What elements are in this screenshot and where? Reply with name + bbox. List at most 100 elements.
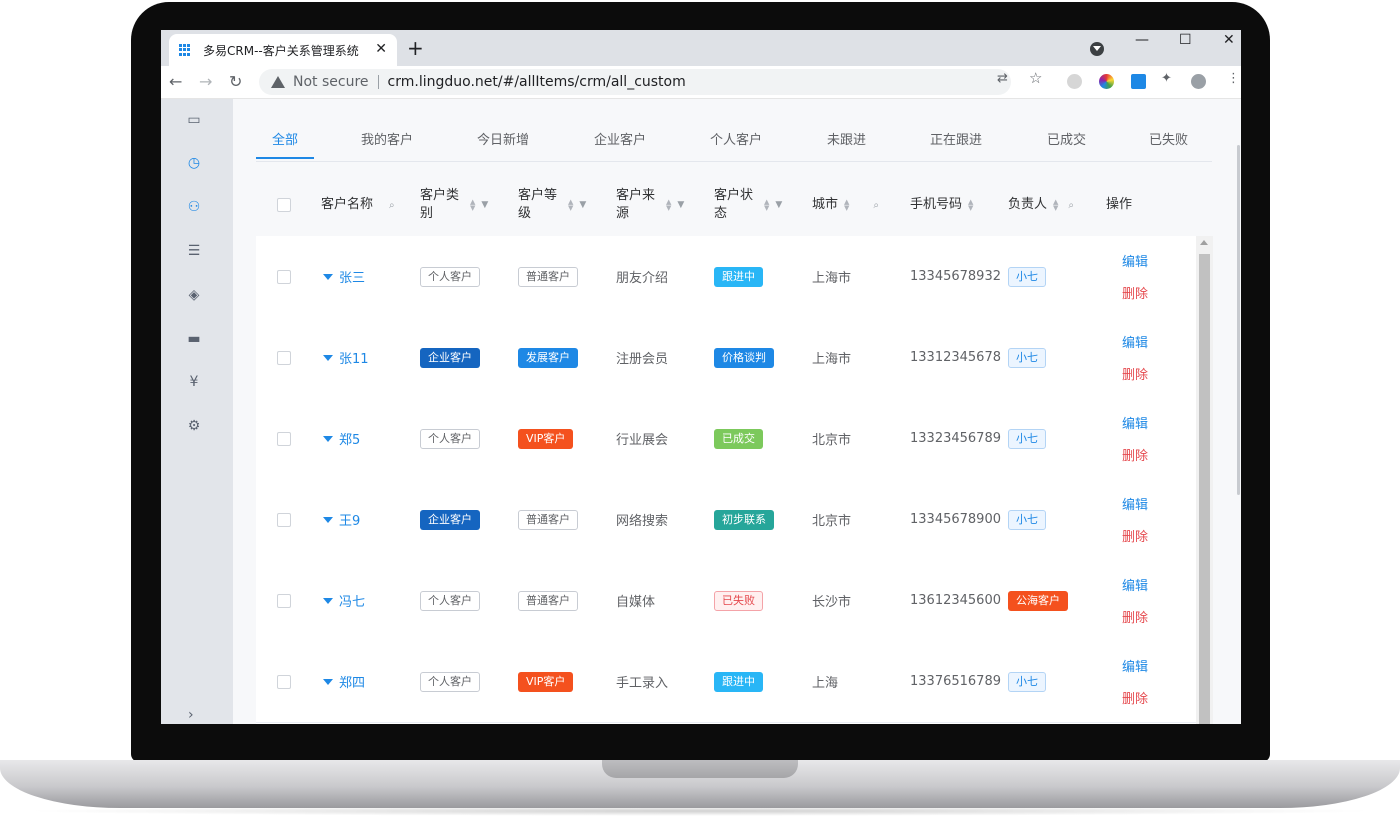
expand-caret-icon[interactable] [323,678,333,685]
tab-close-icon[interactable]: ✕ [375,41,387,57]
edit-button[interactable]: 编辑 [1122,332,1148,351]
table-row[interactable]: 张三 个人客户 普通客户 朋友介绍 跟进中 上海市 13345678932 小七… [256,236,1196,318]
delete-button[interactable]: 删除 [1122,607,1148,626]
row-checkbox[interactable] [277,431,291,446]
settings-gear-icon[interactable]: ⚙ [186,418,202,434]
th-level[interactable]: 客户等级 ▲ ▼ ▼ [518,174,606,236]
bookmark-star-icon[interactable]: ☆ [1029,69,1042,87]
th-owner[interactable]: 负责人 ▲ ▼ ⌕ [1008,174,1074,236]
clock-icon[interactable]: ◷ [186,155,202,171]
tab-my-customers[interactable]: 我的客户 [361,127,413,159]
expand-caret-icon[interactable] [323,516,333,523]
table-row[interactable]: 郑5 个人客户 VIP客户 行业展会 已成交 北京市 13323456789 小… [256,398,1196,480]
profile-avatar-icon[interactable] [1191,74,1206,89]
new-tab-button[interactable]: + [407,38,424,58]
delete-button[interactable]: 删除 [1122,526,1148,545]
browser-menu-icon[interactable]: ⋮ [1227,71,1240,86]
table-row[interactable]: 冯七 个人客户 普通客户 自媒体 已失败 长沙市 13612345600 公海客… [256,560,1196,642]
th-phone[interactable]: 手机号码 ▲ ▼ [910,174,973,236]
sort-icon[interactable]: ▲ ▼ [666,199,671,212]
edit-button[interactable]: 编辑 [1122,575,1148,594]
customer-name[interactable]: 张11 [323,317,369,398]
filter-icon[interactable]: ▼ [677,200,684,210]
forward-icon[interactable]: → [199,72,212,91]
edit-button[interactable]: 编辑 [1122,251,1148,270]
security-status[interactable]: Not secure [293,74,369,90]
search-icon[interactable]: ⌕ [389,200,395,211]
sort-icon[interactable]: ▲ ▼ [470,199,475,212]
products-cube-icon[interactable]: ◈ [186,287,202,303]
delete-button[interactable]: 删除 [1122,364,1148,383]
back-icon[interactable]: ← [169,72,182,91]
scrollbar-thumb[interactable] [1199,254,1210,724]
th-type[interactable]: 客户类别 ▲ ▼ ▼ [420,174,508,236]
search-icon[interactable]: ⌕ [873,200,879,211]
extension-rd-icon[interactable] [1131,74,1146,89]
sort-icon[interactable]: ▲ ▼ [968,199,973,212]
edit-button[interactable]: 编辑 [1122,494,1148,513]
customer-name[interactable]: 郑四 [323,641,365,722]
expand-caret-icon[interactable] [323,354,333,361]
customer-name[interactable]: 郑5 [323,398,360,479]
finance-yen-icon[interactable]: ¥ [186,374,202,390]
row-checkbox[interactable] [277,512,291,527]
expand-caret-icon[interactable] [323,597,333,604]
minimize-button[interactable]: — [1135,32,1149,48]
delete-button[interactable]: 删除 [1122,283,1148,302]
sort-icon[interactable]: ▲ ▼ [1053,199,1058,212]
tab-enterprise[interactable]: 企业客户 [594,127,646,159]
tab-personal[interactable]: 个人客户 [710,127,762,159]
row-checkbox[interactable] [277,350,291,365]
url-text[interactable]: crm.lingduo.net/#/allItems/crm/all_custo… [388,74,686,90]
page-scrollbar[interactable] [1237,145,1240,495]
row-checkbox[interactable] [277,269,291,284]
customer-name[interactable]: 张三 [323,236,365,317]
delete-button[interactable]: 删除 [1122,688,1148,707]
sort-icon[interactable]: ▲ ▼ [568,199,573,212]
search-icon[interactable]: ⌕ [1068,200,1074,211]
th-source[interactable]: 客户来源 ▲ ▼ ▼ [616,174,704,236]
table-row[interactable]: 郑四 个人客户 VIP客户 手工录入 跟进中 上海 13376516789 小七… [256,641,1196,723]
tab-won[interactable]: 已成交 [1047,127,1086,159]
tab-today-new[interactable]: 今日新增 [477,127,529,159]
laptop-icon[interactable]: ▬ [186,331,202,347]
delete-button[interactable]: 删除 [1122,445,1148,464]
edit-button[interactable]: 编辑 [1122,413,1148,432]
scroll-up-icon[interactable] [1200,240,1208,245]
address-bar[interactable]: Not secure crm.lingduo.net/#/allItems/cr… [259,69,1011,95]
table-scrollbar[interactable] [1196,236,1213,724]
select-all-checkbox[interactable] [277,198,291,212]
tab-lost[interactable]: 已失败 [1149,127,1188,159]
expand-sidebar-icon[interactable]: › [188,707,194,723]
customer-name[interactable]: 王9 [323,479,360,560]
table-row[interactable]: 王9 企业客户 普通客户 网络搜索 初步联系 北京市 13345678900 小… [256,479,1196,561]
list-icon[interactable]: ☰ [186,243,202,259]
reload-icon[interactable]: ↻ [229,72,242,91]
th-name[interactable]: 客户名称 ⌕ [321,174,395,236]
th-status[interactable]: 客户状态 ▲ ▼ ▼ [714,174,802,236]
filter-icon[interactable]: ▼ [579,200,586,210]
tab-all[interactable]: 全部 [272,127,298,159]
row-checkbox[interactable] [277,674,291,689]
table-row[interactable]: 张11 企业客户 发展客户 注册会员 价格谈判 上海市 13312345678 … [256,317,1196,399]
color-picker-icon[interactable] [1099,74,1114,89]
translate-icon[interactable]: ⇄ [997,71,1008,86]
dashboard-monitor-icon[interactable]: ▭ [186,112,202,128]
extensions-puzzle-icon[interactable]: ✦ [1161,71,1172,86]
expand-caret-icon[interactable] [323,273,333,280]
browser-tab[interactable]: 多易CRM--客户关系管理系统 ✕ [169,34,397,66]
customer-name[interactable]: 冯七 [323,560,365,641]
row-checkbox[interactable] [277,593,291,608]
maximize-button[interactable]: ☐ [1179,32,1192,48]
th-city[interactable]: 城市 ▲ ▼ ⌕ [812,174,879,236]
tab-not-followed[interactable]: 未跟进 [827,127,866,159]
tab-following[interactable]: 正在跟进 [930,127,982,159]
edit-button[interactable]: 编辑 [1122,656,1148,675]
filter-icon[interactable]: ▼ [481,200,488,210]
sort-icon[interactable]: ▲ ▼ [764,199,769,212]
close-window-button[interactable]: ✕ [1223,32,1235,48]
tab-search-icon[interactable] [1090,42,1104,56]
filter-icon[interactable]: ▼ [775,200,782,210]
customers-icon[interactable]: ⚇ [186,199,202,215]
expand-caret-icon[interactable] [323,435,333,442]
